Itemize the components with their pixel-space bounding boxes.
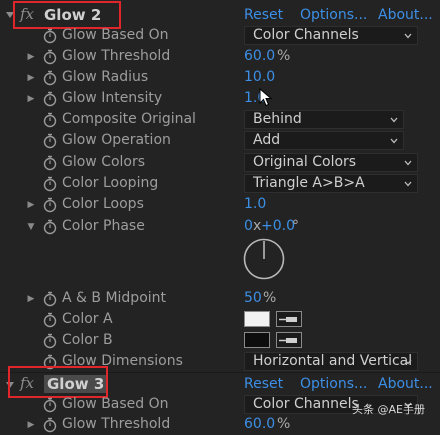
color-a-swatch[interactable] [244, 311, 270, 327]
param-label: Color Looping [62, 175, 159, 191]
param-label: Composite Original [62, 111, 196, 127]
param-label: Glow Threshold [62, 416, 171, 432]
chevron-down-icon [404, 359, 412, 365]
stopwatch-icon[interactable] [42, 111, 58, 128]
param-label: Glow Operation [62, 132, 171, 148]
glow-threshold-value[interactable]: 60.0 [244, 46, 275, 67]
param-row-ab-midpoint: ▶ A & B Midpoint 50 % [0, 288, 440, 309]
chevron-down-icon [390, 138, 398, 144]
glow-radius-value[interactable]: 10.0 [244, 67, 275, 88]
color-phase-dial[interactable] [243, 238, 285, 280]
glow-based-on-dropdown[interactable]: Color Channels [244, 26, 418, 45]
chevron-down-icon [404, 33, 412, 39]
param-row-glow-threshold: ▶ Glow Threshold 60.0 % [0, 46, 440, 67]
param-row-glow-radius: ▶ Glow Radius 10.0 [0, 67, 440, 88]
glow-operation-dropdown[interactable]: Add [244, 131, 404, 150]
options-link[interactable]: Options... [300, 376, 367, 392]
stopwatch-icon[interactable] [42, 154, 58, 171]
glow-colors-dropdown[interactable]: Original Colors [244, 153, 418, 172]
about-link[interactable]: About... [378, 7, 433, 23]
stopwatch-icon[interactable] [42, 27, 58, 44]
param-label: Color Loops [62, 196, 144, 212]
reset-link[interactable]: Reset [244, 376, 283, 392]
param-row-color-looping: Color Looping Triangle A>B>A [0, 173, 440, 194]
stopwatch-icon[interactable] [42, 175, 58, 192]
eyedropper-icon [279, 338, 297, 343]
param-row-glow-threshold: ▶ Glow Threshold 60.0 % [0, 414, 440, 435]
expand-triangle-icon[interactable]: ▶ [26, 67, 36, 88]
param-label: Color A [62, 311, 113, 327]
composite-original-dropdown[interactable]: Behind [244, 110, 404, 129]
chevron-down-icon [390, 117, 398, 123]
dropdown-value: Original Colors [253, 154, 357, 170]
unit-label: % [277, 48, 291, 64]
reset-link[interactable]: Reset [244, 7, 283, 23]
stopwatch-icon[interactable] [42, 396, 58, 413]
param-row-color-phase: ▼ Color Phase 0 x +0.0 ° [0, 216, 440, 237]
stopwatch-icon[interactable] [42, 196, 58, 213]
stopwatch-icon[interactable] [42, 218, 58, 235]
color-loops-value[interactable]: 1.0 [244, 194, 266, 215]
color-phase-degrees[interactable]: +0.0 [261, 216, 295, 237]
param-row-composite-original: Composite Original Behind [0, 109, 440, 130]
param-row-glow-intensity: ▶ Glow Intensity 1.0 [0, 88, 440, 109]
color-phase-revolutions[interactable]: 0 [244, 216, 253, 237]
param-row-color-a: Color A [0, 309, 440, 330]
watermark: 头条 @AE手册 [352, 403, 425, 416]
param-label: Glow Based On [62, 27, 169, 43]
param-label: Glow Threshold [62, 48, 171, 64]
stopwatch-icon[interactable] [42, 132, 58, 149]
color-looping-dropdown[interactable]: Triangle A>B>A [244, 174, 418, 193]
chevron-down-icon [404, 181, 412, 187]
param-row-color-b: Color B [0, 330, 440, 351]
glow-threshold-value[interactable]: 60.0 [244, 414, 275, 435]
expand-triangle-icon[interactable]: ▶ [26, 288, 36, 309]
stopwatch-icon[interactable] [42, 290, 58, 307]
param-label: A & B Midpoint [62, 290, 167, 306]
stopwatch-icon[interactable] [42, 332, 58, 349]
param-label: Glow Radius [62, 69, 149, 85]
expand-triangle-icon[interactable]: ▶ [26, 414, 36, 435]
chevron-down-icon [404, 160, 412, 166]
param-label: Glow Colors [62, 154, 146, 170]
dropdown-value: Color Channels [253, 396, 359, 412]
glow-dimensions-dropdown[interactable]: Horizontal and Vertical [244, 352, 418, 371]
param-label: Glow Based On [62, 396, 169, 412]
param-row-color-loops: ▶ Color Loops 1.0 [0, 194, 440, 215]
param-row-glow-operation: Glow Operation Add [0, 130, 440, 151]
stopwatch-icon[interactable] [42, 69, 58, 86]
color-b-swatch[interactable] [244, 332, 270, 348]
param-label: Color Phase [62, 218, 145, 234]
expand-triangle-icon[interactable]: ▶ [26, 194, 36, 215]
eyedropper-button[interactable] [276, 332, 302, 348]
about-link[interactable]: About... [378, 376, 433, 392]
stopwatch-icon[interactable] [42, 48, 58, 65]
param-row-glow-colors: Glow Colors Original Colors [0, 152, 440, 173]
dropdown-value: Add [253, 132, 281, 148]
param-label: Glow Intensity [62, 90, 163, 106]
expand-triangle-icon[interactable]: ▶ [26, 46, 36, 67]
eyedropper-button[interactable] [276, 311, 302, 327]
param-row-glow-based-on: Glow Based On Color Channels [0, 25, 440, 46]
ab-midpoint-value[interactable]: 50 [244, 288, 262, 309]
dropdown-value: Horizontal and Vertical [253, 353, 413, 369]
mouse-cursor-icon [259, 88, 272, 107]
unit-label: % [277, 416, 291, 432]
eyedropper-icon [279, 317, 297, 322]
stopwatch-icon[interactable] [42, 416, 58, 433]
unit-label: % [263, 290, 277, 306]
stopwatch-icon[interactable] [42, 90, 58, 107]
options-link[interactable]: Options... [300, 7, 367, 23]
collapse-triangle-icon[interactable]: ▼ [26, 216, 36, 237]
degree-unit: ° [292, 218, 299, 234]
param-label: Color B [62, 332, 113, 348]
expand-triangle-icon[interactable]: ▶ [26, 88, 36, 109]
dropdown-value: Triangle A>B>A [253, 175, 365, 191]
dropdown-value: Color Channels [253, 27, 359, 43]
stopwatch-icon[interactable] [42, 311, 58, 328]
effect-controls-panel: fx Glow 2 Reset Options... About... Glow… [0, 0, 440, 433]
dropdown-value: Behind [253, 111, 302, 127]
